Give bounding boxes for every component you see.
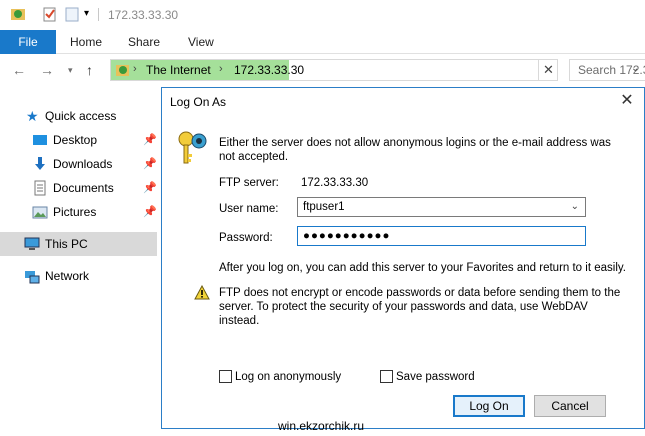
log-on-anonymously-checkbox[interactable]: [219, 370, 232, 383]
sidebar-item-documents[interactable]: Documents 📌: [0, 176, 157, 200]
save-password-checkbox[interactable]: [380, 370, 393, 383]
customize-toolbar-icon[interactable]: ▾: [84, 8, 89, 24]
password-value: ●●●●●●●●●●●: [303, 230, 391, 242]
pin-icon[interactable]: 📌: [143, 128, 157, 152]
sidebar-item-desktop[interactable]: Desktop 📌: [0, 128, 157, 152]
breadcrumb-the-internet[interactable]: The Internet: [146, 63, 211, 77]
sidebar-item-network[interactable]: Network: [0, 264, 157, 288]
pin-icon[interactable]: 📌: [143, 152, 157, 176]
address-bar[interactable]: › The Internet › 172.33.33.30 ⌄: [110, 59, 639, 81]
chevron-down-icon[interactable]: ⌄: [571, 198, 579, 216]
network-icon: [25, 271, 40, 284]
password-label: Password:: [219, 232, 273, 244]
tab-view[interactable]: View: [188, 30, 214, 54]
navigation-pane: ★ Quick access Desktop 📌 Downloads 📌 Doc…: [0, 100, 160, 436]
tab-file[interactable]: File: [0, 30, 56, 54]
documents-icon: [34, 180, 46, 196]
username-value: ftpuser1: [303, 201, 345, 213]
username-combobox[interactable]: ftpuser1 ⌄: [297, 197, 586, 217]
sidebar-item-label: Desktop: [53, 133, 98, 147]
watermark-text: win.ekzorchik.ru: [278, 419, 365, 433]
pin-icon[interactable]: 📌: [143, 200, 157, 224]
warning-icon: [194, 285, 210, 300]
sidebar-item-label: Documents: [53, 181, 114, 195]
title-separator: [98, 8, 99, 21]
sidebar-item-pictures[interactable]: Pictures 📌: [0, 200, 157, 224]
password-field[interactable]: ●●●●●●●●●●●: [297, 226, 586, 246]
forward-arrow-icon[interactable]: →: [40, 62, 54, 78]
dialog-title: Log On As: [170, 95, 227, 109]
sidebar-item-label: Network: [45, 269, 90, 283]
save-password-label[interactable]: Save password: [396, 370, 475, 384]
recent-locations-icon[interactable]: ▾: [68, 65, 73, 76]
downloads-icon: [35, 157, 45, 170]
star-icon: ★: [26, 108, 39, 124]
pin-icon[interactable]: 📌: [143, 176, 157, 200]
username-label: User name:: [219, 203, 279, 215]
search-input[interactable]: Search 172.3: [569, 59, 645, 81]
sidebar-item-downloads[interactable]: Downloads 📌: [0, 152, 157, 176]
pictures-icon: [32, 206, 48, 219]
computer-icon: [24, 237, 40, 250]
network-location-icon: [116, 65, 129, 76]
sidebar-item-label: This PC: [45, 237, 88, 251]
log-on-anonymously-label[interactable]: Log on anonymously: [235, 370, 341, 384]
cancel-button[interactable]: Cancel: [534, 395, 606, 417]
sidebar-item-label: Quick access: [45, 109, 117, 123]
back-arrow-icon[interactable]: ←: [12, 62, 26, 78]
ribbon: File Home Share View: [0, 30, 645, 54]
ftp-server-value: 172.33.33.30: [301, 177, 369, 189]
breadcrumb-server[interactable]: 172.33.33.30: [234, 63, 304, 77]
breadcrumb-chevron-icon[interactable]: ›: [133, 63, 137, 75]
ftp-server-label: FTP server:: [219, 177, 279, 189]
folder-network-icon[interactable]: [10, 6, 26, 22]
up-arrow-icon[interactable]: ↑: [86, 62, 93, 78]
window-title: 172.33.33.30: [108, 8, 179, 22]
logon-message: Either the server does not allow anonymo…: [219, 137, 611, 163]
title-bar: ▾ 172.33.33.30: [0, 0, 645, 30]
properties-icon[interactable]: [42, 6, 58, 22]
close-icon[interactable]: ✕: [614, 90, 640, 112]
security-warning: FTP does not encrypt or encode passwords…: [219, 287, 621, 327]
sidebar-item-this-pc[interactable]: This PC: [0, 232, 157, 256]
breadcrumb-chevron-icon[interactable]: ›: [219, 63, 223, 75]
new-folder-icon[interactable]: [64, 6, 80, 22]
sidebar-item-quick-access[interactable]: ★ Quick access: [0, 104, 157, 128]
log-on-button[interactable]: Log On: [453, 395, 525, 417]
tab-share[interactable]: Share: [128, 30, 160, 54]
sidebar-item-label: Downloads: [53, 157, 113, 171]
desktop-icon: [33, 135, 47, 145]
keys-icon: [178, 131, 207, 164]
tab-home[interactable]: Home: [70, 30, 102, 54]
log-on-as-dialog: Log On As ✕ Either the server does not a…: [161, 87, 645, 429]
close-icon[interactable]: ✕: [538, 59, 558, 81]
sidebar-item-label: Pictures: [53, 205, 97, 219]
favorites-hint: After you log on, you can add this serve…: [219, 262, 626, 274]
